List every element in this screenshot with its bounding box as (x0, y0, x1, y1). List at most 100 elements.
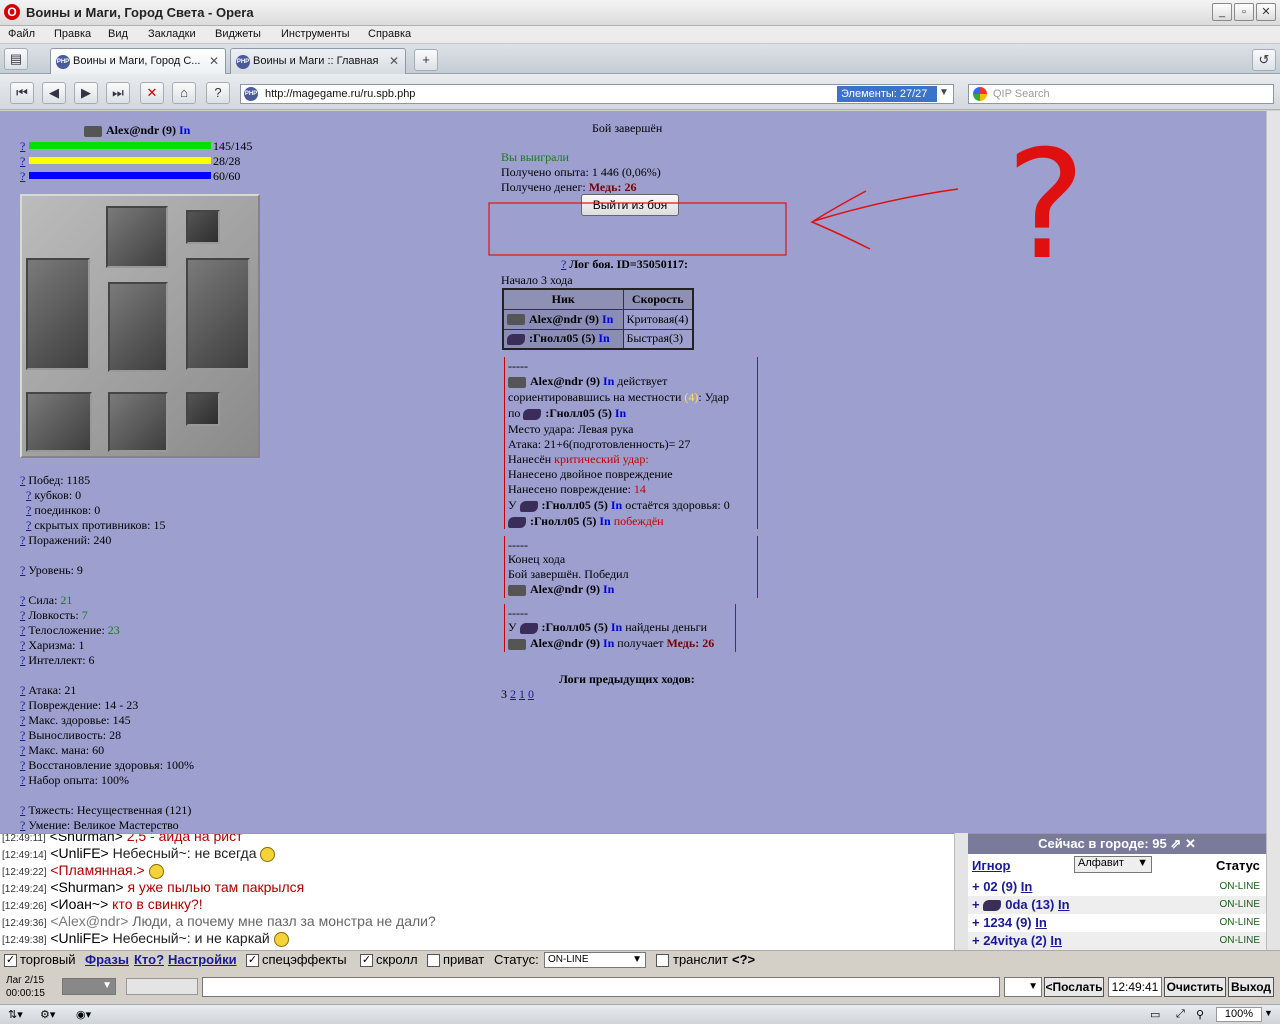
wand-button[interactable]: ? (206, 82, 230, 104)
player-name[interactable]: Alex@ndr (9) (106, 123, 176, 137)
prev-log-link[interactable]: 1 (519, 687, 525, 701)
smiley-select[interactable]: ▼ (1004, 977, 1042, 997)
row-mob-speed: Быстрая(3) (622, 328, 694, 350)
armor-slot[interactable] (108, 282, 168, 372)
address-bar[interactable]: PHP http://magegame.ru/ru.spb.php Элемен… (240, 84, 954, 104)
chat-input[interactable] (202, 977, 1000, 997)
city-user-row[interactable]: + 0da (13) In ON-LINE (968, 896, 1266, 914)
search-input[interactable]: QIP Search (993, 88, 1050, 100)
tab-close-icon[interactable]: ✕ (209, 54, 219, 68)
fit-icon[interactable]: ⤢ (1176, 1008, 1185, 1021)
amulet-slot[interactable] (186, 210, 220, 244)
search-engine-icon[interactable] (973, 87, 987, 101)
chat-nick[interactable]: <Пламянная.> (50, 862, 144, 878)
trash-icon[interactable]: ↺ (1252, 49, 1276, 71)
back-button[interactable]: ◀ (42, 82, 66, 104)
stat-wins: ? Побед: 1185 (20, 473, 91, 487)
settings-link[interactable]: Настройки (168, 952, 237, 967)
ring-slot[interactable] (186, 392, 220, 426)
chat-nick[interactable]: <UnliFE> (50, 930, 108, 946)
trade-checkbox[interactable]: ✓ (4, 954, 17, 967)
chat-nick[interactable]: <Shurman> (50, 879, 123, 895)
menu-file[interactable]: Файл (8, 28, 35, 40)
tab-game-city[interactable]: PHP Воины и Маги, Город С... ✕ (50, 48, 226, 74)
mp-help-link[interactable]: ? (20, 154, 25, 169)
address-dropdown-icon[interactable]: ▼ (939, 87, 949, 98)
gloves-slot[interactable] (26, 392, 92, 452)
helmet-slot[interactable] (106, 206, 168, 268)
player-info-link[interactable]: In (179, 123, 190, 137)
city-scrollbar[interactable] (1266, 833, 1280, 950)
hp-bar (29, 142, 211, 149)
chat-nick[interactable]: <Иоан~> (50, 896, 108, 912)
chat-nick[interactable]: <UnliFE> (50, 845, 108, 861)
menu-widgets[interactable]: Виджеты (215, 28, 261, 40)
sort-select[interactable]: Алфавит ▼ (1074, 856, 1152, 873)
tab-label: Воины и Маги, Город С... (73, 55, 201, 67)
minimize-button[interactable]: _ (1212, 3, 1232, 21)
hp-help-link[interactable]: ? (20, 139, 25, 154)
close-window-button[interactable]: ✕ (1256, 3, 1276, 21)
private-checkbox[interactable] (427, 954, 440, 967)
chat-nick[interactable]: <Alex@ndr> (50, 913, 128, 929)
who-link[interactable]: Кто? (134, 952, 164, 967)
status-select[interactable]: ON-LINE ▼ (544, 952, 646, 968)
prev-log-link[interactable]: 2 (510, 687, 516, 701)
boots-slot[interactable] (108, 392, 168, 452)
sad-smiley-icon (273, 931, 289, 947)
zoom-icon[interactable]: ⚲ (1196, 1008, 1204, 1021)
stat-constitution: ? Телосложение: 23 (20, 623, 120, 637)
chat-line: [12:49:11] <Shurman> 2,5 - айда на рист (2, 834, 242, 844)
translit-checkbox[interactable] (656, 954, 669, 967)
ignore-link[interactable]: Игнор (972, 858, 1011, 873)
forward-button[interactable]: ▶ (74, 82, 98, 104)
sync-icon[interactable]: ⇅▾ (8, 1008, 23, 1021)
popout-icon[interactable]: ⇗ (1170, 836, 1181, 851)
col-nick: Ник (502, 288, 624, 310)
zoom-level[interactable]: 100% (1216, 1007, 1262, 1022)
color-select[interactable]: ▼ (62, 978, 116, 995)
recipient-field[interactable] (126, 978, 198, 995)
city-user-row[interactable]: + 02 (9) In ON-LINE (968, 878, 1266, 896)
send-button[interactable]: <Послать (1044, 977, 1104, 997)
search-box[interactable]: QIP Search (968, 84, 1274, 104)
phrases-link[interactable]: Фразы (85, 952, 129, 967)
fast-forward-button[interactable]: ⏭ (106, 82, 130, 104)
chat-nick[interactable]: <Shurman> (50, 834, 123, 844)
weapon-slot[interactable] (26, 258, 90, 370)
shield-slot[interactable] (186, 258, 250, 370)
translit-help-link[interactable]: <?> (732, 952, 755, 967)
rewind-button[interactable]: ⏮ (10, 82, 34, 104)
tab-close-icon[interactable]: ✕ (389, 54, 399, 68)
zoom-dropdown-icon[interactable]: ▼ (1264, 1008, 1273, 1018)
panel-toggle-button[interactable]: ▤ (4, 48, 28, 70)
chat-scrollbar[interactable] (954, 833, 968, 950)
tab-game-main[interactable]: PHP Воины и Маги :: Главная ✕ (230, 48, 406, 74)
menu-help[interactable]: Справка (368, 28, 411, 40)
city-user-row[interactable]: + 24vitya (2) In ON-LINE (968, 932, 1266, 950)
trade-label: торговый (20, 952, 76, 967)
menu-bookmarks[interactable]: Закладки (148, 28, 196, 40)
tools-icon[interactable]: ⚙▾ (40, 1008, 55, 1021)
menu-view[interactable]: Вид (108, 28, 128, 40)
sad-smiley-icon (260, 846, 276, 862)
view-icon[interactable]: ▭ (1150, 1008, 1160, 1021)
menu-tools[interactable]: Инструменты (281, 28, 350, 40)
city-user-row[interactable]: + 1234 (9) In ON-LINE (968, 914, 1266, 932)
clear-button[interactable]: Очистить (1164, 977, 1226, 997)
exit-chat-button[interactable]: Выход (1228, 977, 1274, 997)
new-tab-button[interactable]: + (414, 49, 438, 71)
stop-button[interactable]: ✕ (140, 82, 164, 104)
close-icon[interactable]: ✕ (1185, 836, 1196, 851)
page-scrollbar[interactable] (1266, 111, 1280, 833)
stamina-help-link[interactable]: ? (20, 169, 25, 184)
battle-title: Бой завершён (592, 121, 663, 135)
globe-icon[interactable]: ◉▾ (76, 1008, 91, 1021)
scroll-checkbox[interactable]: ✓ (360, 954, 373, 967)
maximize-button[interactable]: ▫ (1234, 3, 1254, 21)
prev-log-link[interactable]: 0 (528, 687, 534, 701)
effects-checkbox[interactable]: ✓ (246, 954, 259, 967)
address-url[interactable]: http://magegame.ru/ru.spb.php (265, 88, 415, 100)
home-button[interactable]: ⌂ (172, 82, 196, 104)
menu-edit[interactable]: Правка (54, 28, 91, 40)
